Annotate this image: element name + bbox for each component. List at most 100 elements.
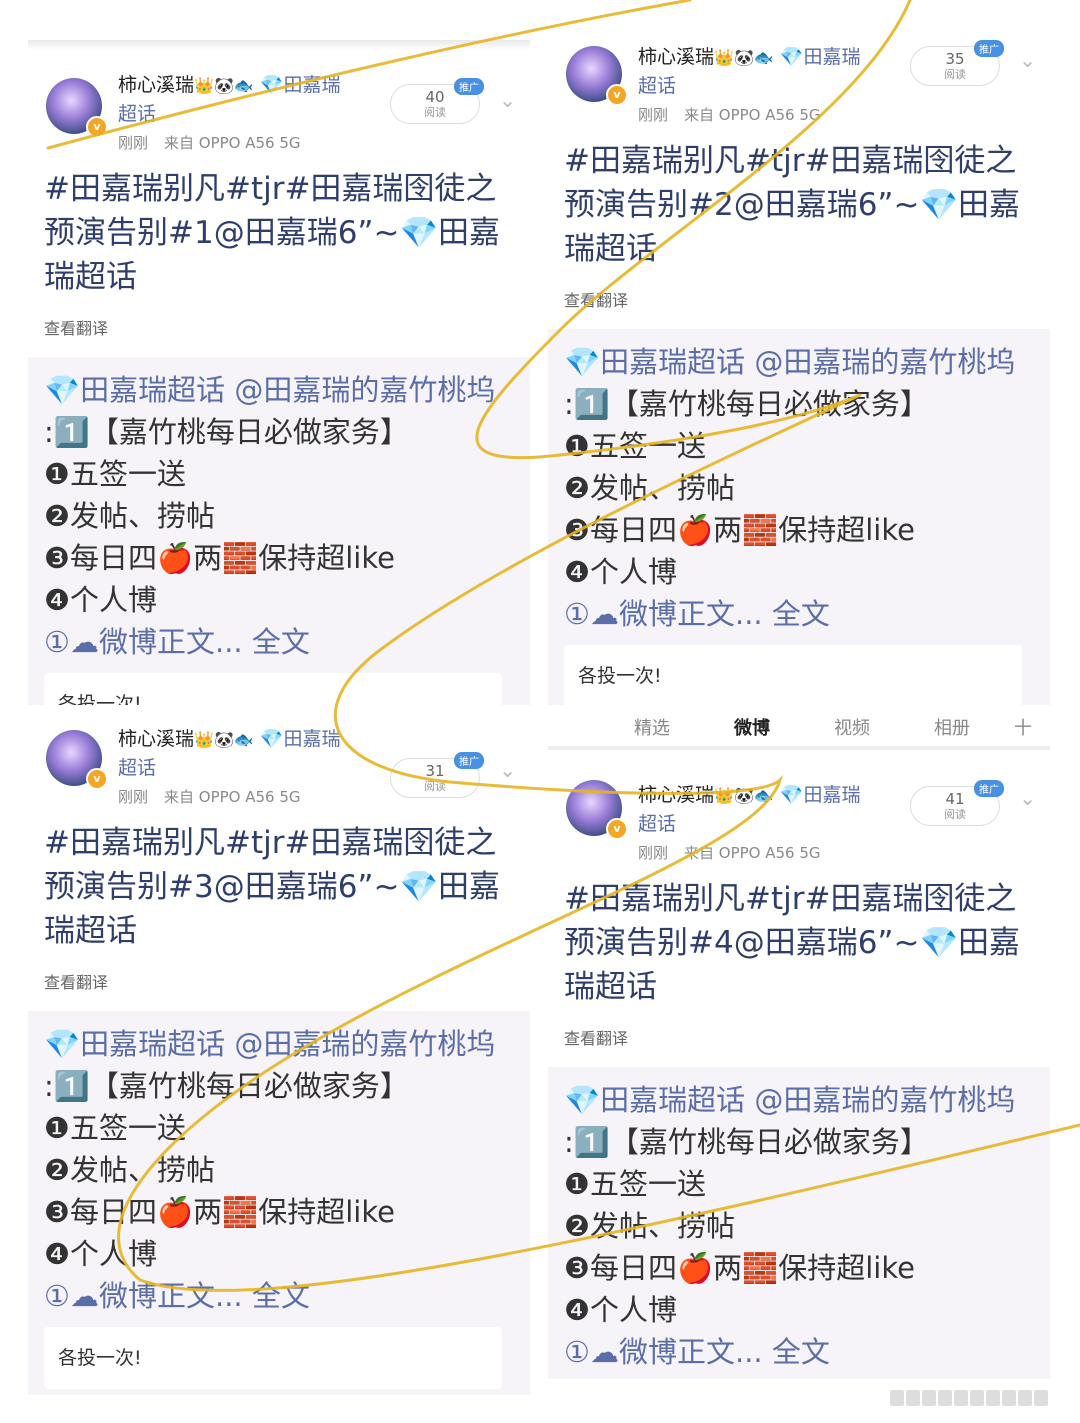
post-source: 来自 OPPO A56 5G [684,844,821,862]
quote-line: ❸每日四🍎两🧱保持超like [564,513,915,547]
tab-album[interactable]: 相册 [934,714,970,740]
user-emoji-badges: 👑🐼🐟 [714,48,774,67]
topic-prefix-icon: 💎 [259,728,284,750]
quote-line: ❹个人博 [564,555,677,589]
user-emoji-badges: 👑🐼🐟 [194,76,254,95]
page-dot [1002,1390,1016,1406]
chevron-down-icon[interactable]: ⌄ [1019,48,1036,72]
tab-featured[interactable]: 精选 [634,714,670,740]
tab-video[interactable]: 视频 [834,714,870,740]
user-emoji-badges: 👑🐼🐟 [194,730,254,749]
quote-line: ❸每日四🍎两🧱保持超like [44,541,395,575]
read-label: 阅读 [424,106,446,119]
topic-prefix-icon: 💎 [779,46,804,68]
quote-line: ❷发帖、捞帖 [44,1153,215,1187]
page-dot [970,1390,984,1406]
verified-badge-icon: v [86,116,108,138]
quote-more[interactable]: ①☁微博正文... 全文 [564,593,1050,635]
chevron-down-icon[interactable]: ⌄ [499,758,516,782]
post-time: 刚刚 [638,106,669,124]
quote-more[interactable]: ①☁微博正文... 全文 [564,1331,1050,1373]
comment-preview: 各投一次! [564,645,1022,705]
quote-mention[interactable]: @田嘉瑞的嘉竹桃坞 [754,345,1015,379]
chevron-down-icon[interactable]: ⌄ [1019,786,1036,810]
promo-badge: 推广 [454,752,484,769]
read-label: 阅读 [944,68,966,81]
quote-line: ❷发帖、捞帖 [564,471,735,505]
quote-mention[interactable]: @田嘉瑞的嘉竹桃坞 [234,373,495,407]
supertopic-link[interactable]: 田嘉瑞 [284,74,341,96]
quote-line: ❷发帖、捞帖 [564,1209,735,1243]
username[interactable]: 柿心溪瑞 [638,784,714,806]
quote-topic[interactable]: 💎田嘉瑞超话 [564,1083,745,1117]
post-card-2: v 35 阅读 推广 ⌄ 柿心溪瑞👑🐼🐟 💎田嘉瑞 超话 刚刚 来自 OPPO A… [548,40,1050,705]
comment-preview: 各投一次! [44,1327,502,1389]
quote-line: :1️⃣【嘉竹桃每日必做家务】 [44,415,409,449]
page-dot [1018,1390,1032,1406]
quote-line: ❹个人博 [44,1237,157,1271]
post-card-3: v 31 阅读 推广 ⌄ 柿心溪瑞👑🐼🐟 💎田嘉瑞 超话 刚刚 来自 OPPO A… [28,720,530,1400]
page-dot [954,1390,968,1406]
translate-link[interactable]: 查看翻译 [44,969,530,993]
translate-link[interactable]: 查看翻译 [44,315,530,339]
promo-badge: 推广 [454,78,484,95]
quote-mention[interactable]: @田嘉瑞的嘉竹桃坞 [754,1083,1015,1117]
post-content: #田嘉瑞别凡#tjr#田嘉瑞囹徒之预演告别#4@田嘉瑞6”~💎田嘉瑞超话 [564,881,1021,1005]
quoted-post[interactable]: 💎田嘉瑞超话 @田嘉瑞的嘉竹桃坞 :1️⃣【嘉竹桃每日必做家务】 ❶五签一送 ❷… [548,329,1050,705]
post-time: 刚刚 [638,844,669,862]
username[interactable]: 柿心溪瑞 [118,728,194,750]
page-dot [1034,1390,1048,1406]
verified-badge-icon: v [86,768,108,790]
quote-line: :1️⃣【嘉竹桃每日必做家务】 [564,1125,929,1159]
tab-weibo[interactable]: 微博 [734,714,770,740]
quote-topic[interactable]: 💎田嘉瑞超话 [44,373,225,407]
quoted-post[interactable]: 💎田嘉瑞超话 @田嘉瑞的嘉竹桃坞 :1️⃣【嘉竹桃每日必做家务】 ❶五签一送 ❷… [28,357,530,705]
quote-line: ❹个人博 [564,1293,677,1327]
post: v 41 阅读 推广 ⌄ 柿心溪瑞👑🐼🐟 💎田嘉瑞 超话 刚刚 来自 OPPO A… [548,750,1050,1379]
quote-topic[interactable]: 💎田嘉瑞超话 [44,1027,225,1061]
page-dot [986,1390,1000,1406]
page-indicator [890,1390,1070,1410]
post: v 40 阅读 推广 ⌄ 柿心溪瑞👑🐼🐟 💎田嘉瑞 超话 刚刚 来自 OPPO A… [28,50,530,705]
quote-topic[interactable]: 💎田嘉瑞超话 [564,345,745,379]
post-content: #田嘉瑞别凡#tjr#田嘉瑞囹徒之预演告别#2@田嘉瑞6”~💎田嘉瑞超话 [564,143,1021,267]
username[interactable]: 柿心溪瑞 [118,74,194,96]
post-source: 来自 OPPO A56 5G [164,788,301,806]
promo-badge: 推广 [974,40,1004,57]
quote-more[interactable]: ①☁微博正文... 全文 [44,621,530,663]
post-content: #田嘉瑞别凡#tjr#田嘉瑞囹徒之预演告别#3@田嘉瑞6”~💎田嘉瑞超话 [44,825,501,949]
add-tab-icon[interactable]: 十 [1014,714,1032,740]
quote-line: ❸每日四🍎两🧱保持超like [564,1251,915,1285]
quote-line: ❶五签一送 [564,1167,706,1201]
read-label: 阅读 [424,780,446,793]
supertopic-link[interactable]: 田嘉瑞 [284,728,341,750]
verified-badge-icon: v [606,84,628,106]
read-label: 阅读 [944,808,966,821]
post-time: 刚刚 [118,134,149,152]
username[interactable]: 柿心溪瑞 [638,46,714,68]
quoted-post[interactable]: 💎田嘉瑞超话 @田嘉瑞的嘉竹桃坞 :1️⃣【嘉竹桃每日必做家务】 ❶五签一送 ❷… [548,1067,1050,1379]
translate-link[interactable]: 查看翻译 [564,287,1050,311]
chevron-down-icon[interactable]: ⌄ [499,88,516,112]
supertopic-link[interactable]: 田嘉瑞 [804,46,861,68]
quote-more[interactable]: ①☁微博正文... 全文 [44,1275,530,1317]
quote-line: ❷发帖、捞帖 [44,499,215,533]
post: v 35 阅读 推广 ⌄ 柿心溪瑞👑🐼🐟 💎田嘉瑞 超话 刚刚 来自 OPPO A… [548,40,1050,705]
post-source: 来自 OPPO A56 5G [684,106,821,124]
quote-line: ❶五签一送 [44,457,186,491]
quoted-post[interactable]: 💎田嘉瑞超话 @田嘉瑞的嘉竹桃坞 :1️⃣【嘉竹桃每日必做家务】 ❶五签一送 ❷… [28,1011,530,1395]
quote-line: ❹个人博 [44,583,157,617]
post-content: #田嘉瑞别凡#tjr#田嘉瑞囹徒之预演告别#1@田嘉瑞6”~💎田嘉瑞超话 [44,171,501,295]
post-source: 来自 OPPO A56 5G [164,134,301,152]
promo-badge: 推广 [974,780,1004,797]
quote-mention[interactable]: @田嘉瑞的嘉竹桃坞 [234,1027,495,1061]
post: v 31 阅读 推广 ⌄ 柿心溪瑞👑🐼🐟 💎田嘉瑞 超话 刚刚 来自 OPPO A… [28,720,530,1395]
topic-prefix-icon: 💎 [779,784,804,806]
quote-line: :1️⃣【嘉竹桃每日必做家务】 [44,1069,409,1103]
page-dot [906,1390,920,1406]
page-dot [938,1390,952,1406]
user-emoji-badges: 👑🐼🐟 [714,786,774,805]
translate-link[interactable]: 查看翻译 [564,1025,1050,1049]
profile-tabbar: 精选 微博 视频 相册 十 [590,706,1050,746]
supertopic-link[interactable]: 田嘉瑞 [804,784,861,806]
